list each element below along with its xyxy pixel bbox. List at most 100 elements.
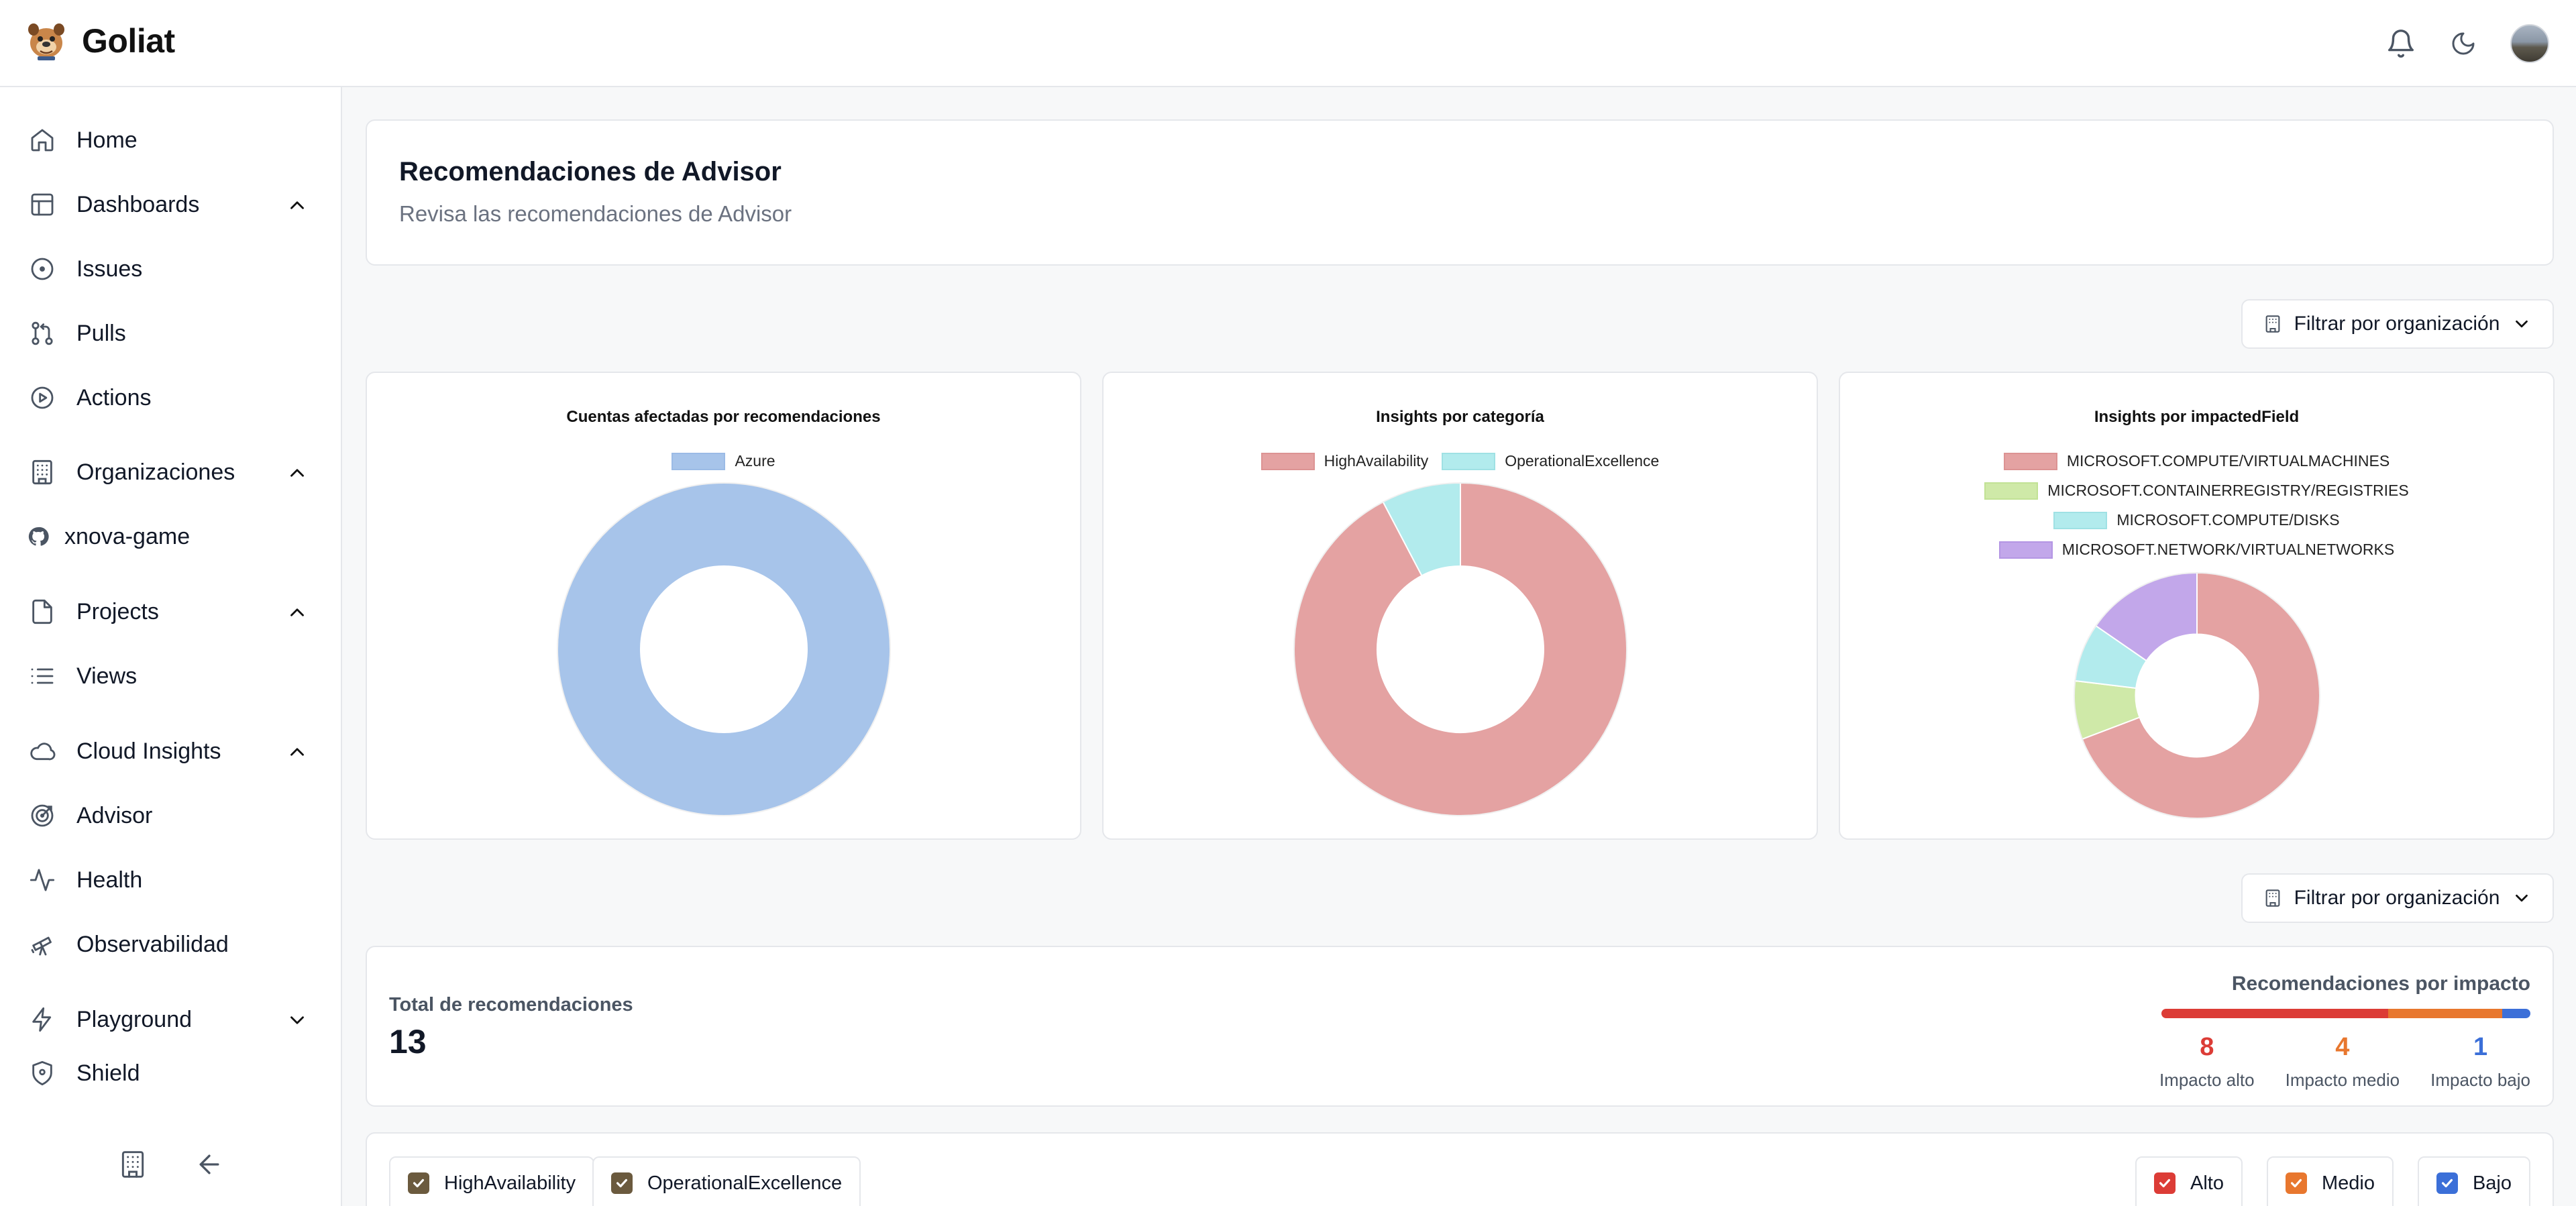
impact-label: Impacto alto — [2159, 1070, 2255, 1090]
sidebar-item-label: Shield — [76, 1060, 140, 1086]
impact-bar-segment-0 — [2161, 1009, 2389, 1018]
sidebar-item-label: Advisor — [76, 802, 153, 828]
chevron-down-icon — [2516, 320, 2528, 328]
sidebar-item-label: Pulls — [76, 320, 126, 346]
building-icon[interactable] — [118, 1150, 148, 1179]
bell-icon[interactable] — [2385, 28, 2416, 59]
circle-dot-icon — [27, 254, 58, 284]
legend-swatch — [2003, 452, 2057, 470]
git-pull-request-icon — [27, 318, 58, 349]
chart-legend: MICROSOFT.COMPUTE/DISKS — [1840, 511, 2553, 529]
donut-chart — [557, 482, 891, 816]
impact-bar-segment-2 — [2502, 1009, 2530, 1018]
sidebar-item-issues[interactable]: Issues — [27, 249, 315, 289]
donut-slice-azure[interactable] — [557, 482, 891, 816]
organization-filter-button[interactable]: Filtrar por organización — [2241, 873, 2554, 923]
moon-icon[interactable] — [2450, 30, 2477, 57]
legend-swatch — [1442, 452, 1496, 470]
sidebar-item-health[interactable]: Health — [27, 860, 315, 900]
chart-title: Cuentas afectadas por recomendaciones — [566, 408, 881, 426]
table-layout-icon — [27, 189, 58, 220]
legend-item[interactable]: MICROSOFT.CONTAINERREGISTRY/REGISTRIES — [1984, 482, 2409, 500]
legend-label: OperationalExcellence — [1505, 452, 1660, 470]
checkbox-checked-icon[interactable] — [2286, 1172, 2307, 1194]
impact-bar — [2161, 1009, 2530, 1018]
legend-item[interactable]: HighAvailability — [1260, 452, 1428, 470]
chart-legend: MICROSOFT.CONTAINERREGISTRY/REGISTRIES — [1840, 482, 2553, 500]
legend-label: MICROSOFT.COMPUTE/VIRTUALMACHINES — [2066, 452, 2390, 470]
sidebar-item-organizaciones[interactable]: Organizaciones — [27, 452, 315, 492]
checkbox-checked-icon[interactable] — [408, 1172, 429, 1194]
legend-item[interactable]: MICROSOFT.COMPUTE/VIRTUALMACHINES — [2003, 452, 2390, 470]
legend-item[interactable]: Azure — [672, 452, 775, 470]
checkbox-checked-icon[interactable] — [2436, 1172, 2458, 1194]
building-icon — [27, 457, 58, 488]
bulldog-logo-icon — [28, 23, 64, 60]
top-bar: Goliat — [0, 0, 2576, 87]
brand[interactable]: Goliat — [25, 20, 175, 62]
chart-legend: Azure — [367, 452, 1080, 470]
legend-label: MICROSOFT.CONTAINERREGISTRY/REGISTRIES — [2047, 482, 2409, 499]
category-filter-operationalexcellence[interactable]: OperationalExcellence — [592, 1156, 861, 1206]
impact-bar-segment-1 — [2388, 1009, 2502, 1018]
legend-item[interactable]: MICROSOFT.NETWORK/VIRTUALNETWORKS — [1998, 541, 2395, 559]
checkbox-checked-icon[interactable] — [2154, 1172, 2176, 1194]
organization-filter-label: Filtrar por organización — [2294, 313, 2500, 335]
impact-value: 4 — [2335, 1033, 2350, 1061]
legend-swatch — [1260, 452, 1315, 470]
sidebar-item-shield[interactable]: Shield — [27, 1053, 315, 1093]
sidebar-item-pulls[interactable]: Pulls — [27, 313, 315, 353]
sidebar-item-observabilidad[interactable]: Observabilidad — [27, 924, 315, 965]
legend-swatch — [672, 452, 726, 470]
sidebar-item-label: xnova-game — [64, 523, 191, 549]
sidebar-item-label: Issues — [76, 256, 143, 282]
total-value: 13 — [389, 1023, 427, 1060]
impact-stat-medium: 4 Impacto medio — [2286, 1033, 2400, 1091]
sidebar-item-views[interactable]: Views — [27, 656, 315, 696]
avatar[interactable] — [2510, 24, 2549, 63]
impact-stat-high: 8 Impacto alto — [2159, 1033, 2255, 1091]
chart-card-impacted: Insights por impactedField MICROSOFT.COM… — [1839, 372, 2555, 840]
sidebar-item-label: Organizaciones — [76, 459, 235, 485]
sidebar-item-home[interactable]: Home — [27, 120, 315, 160]
page-subtitle: Revisa las recomendaciones de Advisor — [399, 201, 792, 226]
sidebar-item-dashboards[interactable]: Dashboards — [27, 184, 315, 225]
chevron-up-icon[interactable] — [286, 601, 309, 624]
chevron-up-icon[interactable] — [286, 461, 309, 484]
chart-card-categoria: Insights por categoría HighAvailability … — [1102, 372, 1818, 840]
file-icon — [27, 596, 58, 627]
arrow-left-icon[interactable] — [195, 1150, 224, 1179]
sidebar-item-label: Projects — [76, 598, 159, 624]
filters-card: HighAvailability OperationalExcellence A… — [366, 1132, 2554, 1206]
sidebar-item-cloud-insights[interactable]: Cloud Insights — [27, 731, 315, 771]
chevron-down-icon[interactable] — [286, 1009, 309, 1032]
totals-card: Total de recomendaciones 13 Recomendacio… — [366, 946, 2554, 1107]
legend-label: MICROSOFT.COMPUTE/DISKS — [2116, 511, 2340, 529]
total-label: Total de recomendaciones — [389, 994, 633, 1016]
legend-item[interactable]: OperationalExcellence — [1442, 452, 1659, 470]
legend-swatch — [2053, 511, 2108, 529]
donut-chart — [2074, 571, 2320, 819]
impact-filter-medio[interactable]: Medio — [2267, 1156, 2394, 1206]
sidebar-item-actions[interactable]: Actions — [27, 378, 315, 418]
chevron-up-icon[interactable] — [286, 741, 309, 763]
impact-stat-low: 1 Impacto bajo — [2430, 1033, 2530, 1091]
sidebar-item-label: Views — [76, 663, 138, 689]
sidebar-item-label: Playground — [76, 1006, 193, 1032]
legend-label: MICROSOFT.NETWORK/VIRTUALNETWORKS — [2061, 541, 2395, 558]
organization-filter-button[interactable]: Filtrar por organización — [2241, 299, 2554, 349]
chevron-up-icon[interactable] — [286, 194, 309, 217]
sidebar-item-advisor[interactable]: Advisor — [27, 796, 315, 836]
category-filter-highavailability[interactable]: HighAvailability — [389, 1156, 595, 1206]
checkbox-checked-icon[interactable] — [611, 1172, 633, 1194]
sidebar-item-projects[interactable]: Projects — [27, 592, 315, 632]
sidebar-item-playground[interactable]: Playground — [27, 999, 315, 1040]
impact-filter-bajo[interactable]: Bajo — [2417, 1156, 2530, 1206]
filter-label: Alto — [2190, 1172, 2224, 1194]
legend-item[interactable]: MICROSOFT.COMPUTE/DISKS — [2053, 511, 2340, 529]
sidebar-item-xnova-game[interactable]: xnova-game — [27, 516, 315, 557]
cloud-icon — [27, 736, 58, 767]
sidebar-item-label: Dashboards — [76, 191, 200, 217]
impact-filter-alto[interactable]: Alto — [2135, 1156, 2243, 1206]
app-name: Goliat — [82, 22, 175, 60]
